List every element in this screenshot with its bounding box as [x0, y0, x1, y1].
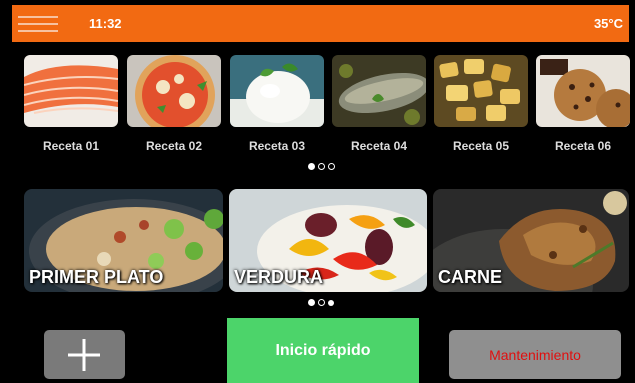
pager-dot[interactable]: [318, 163, 325, 170]
maintenance-button[interactable]: Mantenimiento: [449, 330, 621, 379]
category-pager[interactable]: [308, 299, 334, 306]
category-tile-verdura[interactable]: VERDURA: [229, 189, 427, 292]
temperature-readout: 35°C: [593, 16, 623, 31]
recipe-label: Receta 04: [350, 139, 408, 153]
recipe-card-04[interactable]: Receta 04: [332, 55, 426, 153]
potatoes-image: [434, 55, 528, 127]
cookies-image: [536, 55, 630, 127]
category-tile-carne[interactable]: CARNE: [433, 189, 629, 292]
recipe-label: Receta 01: [42, 139, 100, 153]
recipe-pager[interactable]: [308, 163, 335, 170]
hamburger-menu-icon[interactable]: [18, 14, 58, 34]
rice-image: [230, 55, 324, 127]
category-label: CARNE: [438, 267, 503, 287]
category-label: PRIMER PLATO: [29, 267, 164, 287]
status-bar: 11:32 35°C: [12, 5, 629, 42]
pager-dot[interactable]: [308, 299, 315, 306]
pager-dot[interactable]: [318, 299, 325, 306]
fish-image: [332, 55, 426, 127]
pager-dot[interactable]: [328, 163, 335, 170]
recipe-label: Receta 02: [145, 139, 203, 153]
recipe-card-06[interactable]: Receta 06: [536, 55, 630, 153]
recipe-label: Receta 05: [452, 139, 510, 153]
category-label: VERDURA: [234, 267, 324, 287]
recipe-card-05[interactable]: Receta 05: [434, 55, 528, 153]
pizza-image: [127, 55, 221, 127]
plus-icon: [68, 339, 100, 371]
category-tile-primer-plato[interactable]: PRIMER PLATO: [24, 189, 223, 292]
add-button[interactable]: [44, 330, 125, 379]
pager-dot[interactable]: [328, 299, 334, 306]
pager-dot[interactable]: [308, 163, 315, 170]
recipe-label: Receta 06: [554, 139, 612, 153]
clock: 11:32: [89, 16, 122, 31]
recipe-label: Receta 03: [248, 139, 306, 153]
salmon-image: [24, 55, 118, 127]
recipe-card-01[interactable]: Receta 01: [24, 55, 118, 153]
recipe-card-03[interactable]: Receta 03: [230, 55, 324, 153]
quick-start-button[interactable]: Inicio rápido: [227, 318, 419, 383]
recipe-card-02[interactable]: Receta 02: [127, 55, 221, 153]
